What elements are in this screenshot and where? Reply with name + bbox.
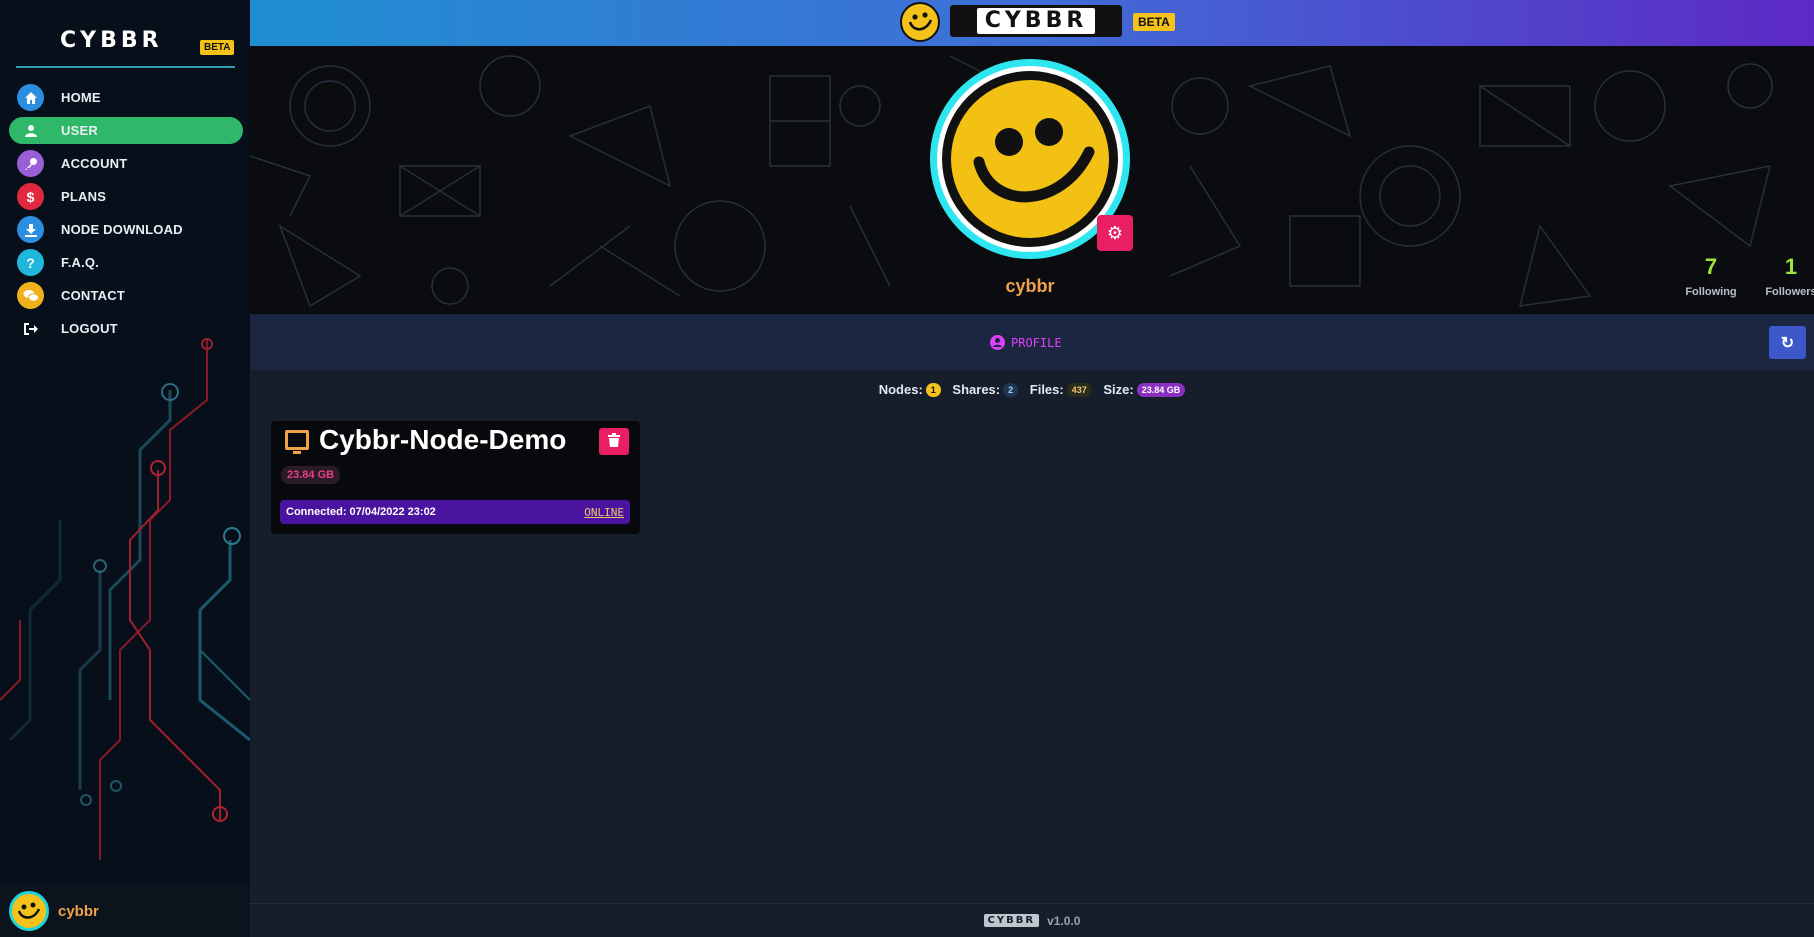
sidebar-beta-badge: BETA <box>200 40 235 55</box>
sidebar-item-plans[interactable]: $ PLANS <box>9 183 243 210</box>
tab-profile[interactable]: PROFILE <box>990 335 1062 350</box>
sidebar-user[interactable]: cybbr <box>0 885 250 937</box>
sidebar-item-label: NODE DOWNLOAD <box>61 222 183 237</box>
sidebar-username[interactable]: cybbr <box>58 903 99 920</box>
followers-count: 1 <box>1784 254 1798 279</box>
sidebar-logo-area[interactable]: CYBBR BETA <box>16 22 235 68</box>
size-label: Size: <box>1103 382 1134 397</box>
sidebar-item-label: CONTACT <box>61 288 125 303</box>
sidebar-logo[interactable]: CYBBR <box>60 28 163 53</box>
refresh-button[interactable]: ↻ <box>1769 326 1806 359</box>
profile-username: cybbr <box>1005 276 1055 296</box>
tab-profile-label: PROFILE <box>1011 335 1062 350</box>
sidebar-item-label: HOME <box>61 90 101 105</box>
question-icon: ? <box>17 249 44 276</box>
sidebar-item-user[interactable]: USER <box>9 117 243 144</box>
top-beta-badge: BETA <box>1133 13 1175 31</box>
followers-label: Followers <box>1765 286 1814 298</box>
sidebar-item-contact[interactable]: CONTACT <box>9 282 243 309</box>
sidebar-nav: HOME USER ACCOUNT $ PLANS NODE DOWNLOAD … <box>9 84 243 348</box>
sidebar-item-account[interactable]: ACCOUNT <box>9 150 243 177</box>
node-online-status: ONLINE <box>584 505 624 519</box>
key-icon <box>17 150 44 177</box>
followers-stat[interactable]: 1 Followers <box>1756 254 1814 298</box>
sidebar-item-label: USER <box>61 123 98 138</box>
node-connected-time: Connected: 07/04/2022 23:02 <box>286 506 436 518</box>
top-bar: CYBBR BETA <box>250 0 1814 46</box>
refresh-icon: ↻ <box>1780 334 1795 352</box>
footer: CYBBR v1.0.0 <box>250 903 1814 937</box>
following-label: Following <box>1685 286 1737 298</box>
node-card[interactable]: Cybbr-Node-Demo 23.84 GB Connected: 07/0… <box>271 421 640 534</box>
sidebar-item-node-download[interactable]: NODE DOWNLOAD <box>9 216 243 243</box>
sidebar-item-logout[interactable]: LOGOUT <box>9 315 243 342</box>
trash-icon <box>608 433 620 450</box>
user-icon <box>17 117 44 144</box>
sidebar-item-label: LOGOUT <box>61 321 118 336</box>
following-stat[interactable]: 7 Following <box>1676 254 1746 298</box>
avatar[interactable] <box>9 891 49 931</box>
size-badge: 23.84 GB <box>1136 383 1186 397</box>
nodes-label: Nodes: <box>878 382 923 397</box>
following-count: 7 <box>1704 254 1718 279</box>
sidebar-item-label: ACCOUNT <box>61 156 128 171</box>
sidebar-item-label: F.A.Q. <box>61 255 100 270</box>
shares-label: Shares: <box>952 382 1001 397</box>
nodes-count-badge: 1 <box>925 383 941 397</box>
home-icon <box>17 84 44 111</box>
node-status-bar: Connected: 07/04/2022 23:02 ONLINE <box>280 500 630 524</box>
profile-banner: ⚙ cybbr 7 Following 1 Followers <box>250 46 1814 314</box>
chat-icon <box>17 282 44 309</box>
profile-settings-button[interactable]: ⚙ <box>1097 215 1133 251</box>
footer-logo: CYBBR <box>983 914 1040 927</box>
monitor-icon <box>285 430 309 454</box>
shares-count-badge: 2 <box>1003 383 1019 397</box>
sidebar-item-home[interactable]: HOME <box>9 84 243 111</box>
sidebar: CYBBR BETA HOME USER ACCOUNT $ PLANS NOD… <box>0 0 250 937</box>
top-logo[interactable]: CYBBR <box>950 5 1122 37</box>
sidebar-item-faq[interactable]: ? F.A.Q. <box>9 249 243 276</box>
storage-stats: Nodes: 1 Shares: 2 Files: 437 Size: 23.84 GB <box>250 382 1814 397</box>
download-icon <box>17 216 44 243</box>
smiley-logo-icon[interactable] <box>900 2 940 42</box>
node-name[interactable]: Cybbr-Node-Demo <box>319 424 566 456</box>
files-count-badge: 437 <box>1066 383 1092 397</box>
footer-version: v1.0.0 <box>1047 913 1081 928</box>
smiley-face-icon <box>951 80 1109 238</box>
profile-tab-bar: PROFILE ↻ <box>250 314 1814 370</box>
files-label: Files: <box>1029 382 1064 397</box>
delete-node-button[interactable] <box>599 428 629 455</box>
dollar-icon: $ <box>17 183 44 210</box>
user-circle-icon <box>990 335 1005 350</box>
app-root: CYBBR BETA HOME USER ACCOUNT $ PLANS NOD… <box>0 0 1814 937</box>
top-logo-text: CYBBR <box>976 8 1096 34</box>
gear-icon: ⚙ <box>1106 222 1124 243</box>
sidebar-item-label: PLANS <box>61 189 107 204</box>
node-size-badge: 23.84 GB <box>281 466 341 484</box>
circuit-background <box>0 338 250 860</box>
logout-icon <box>17 315 44 342</box>
